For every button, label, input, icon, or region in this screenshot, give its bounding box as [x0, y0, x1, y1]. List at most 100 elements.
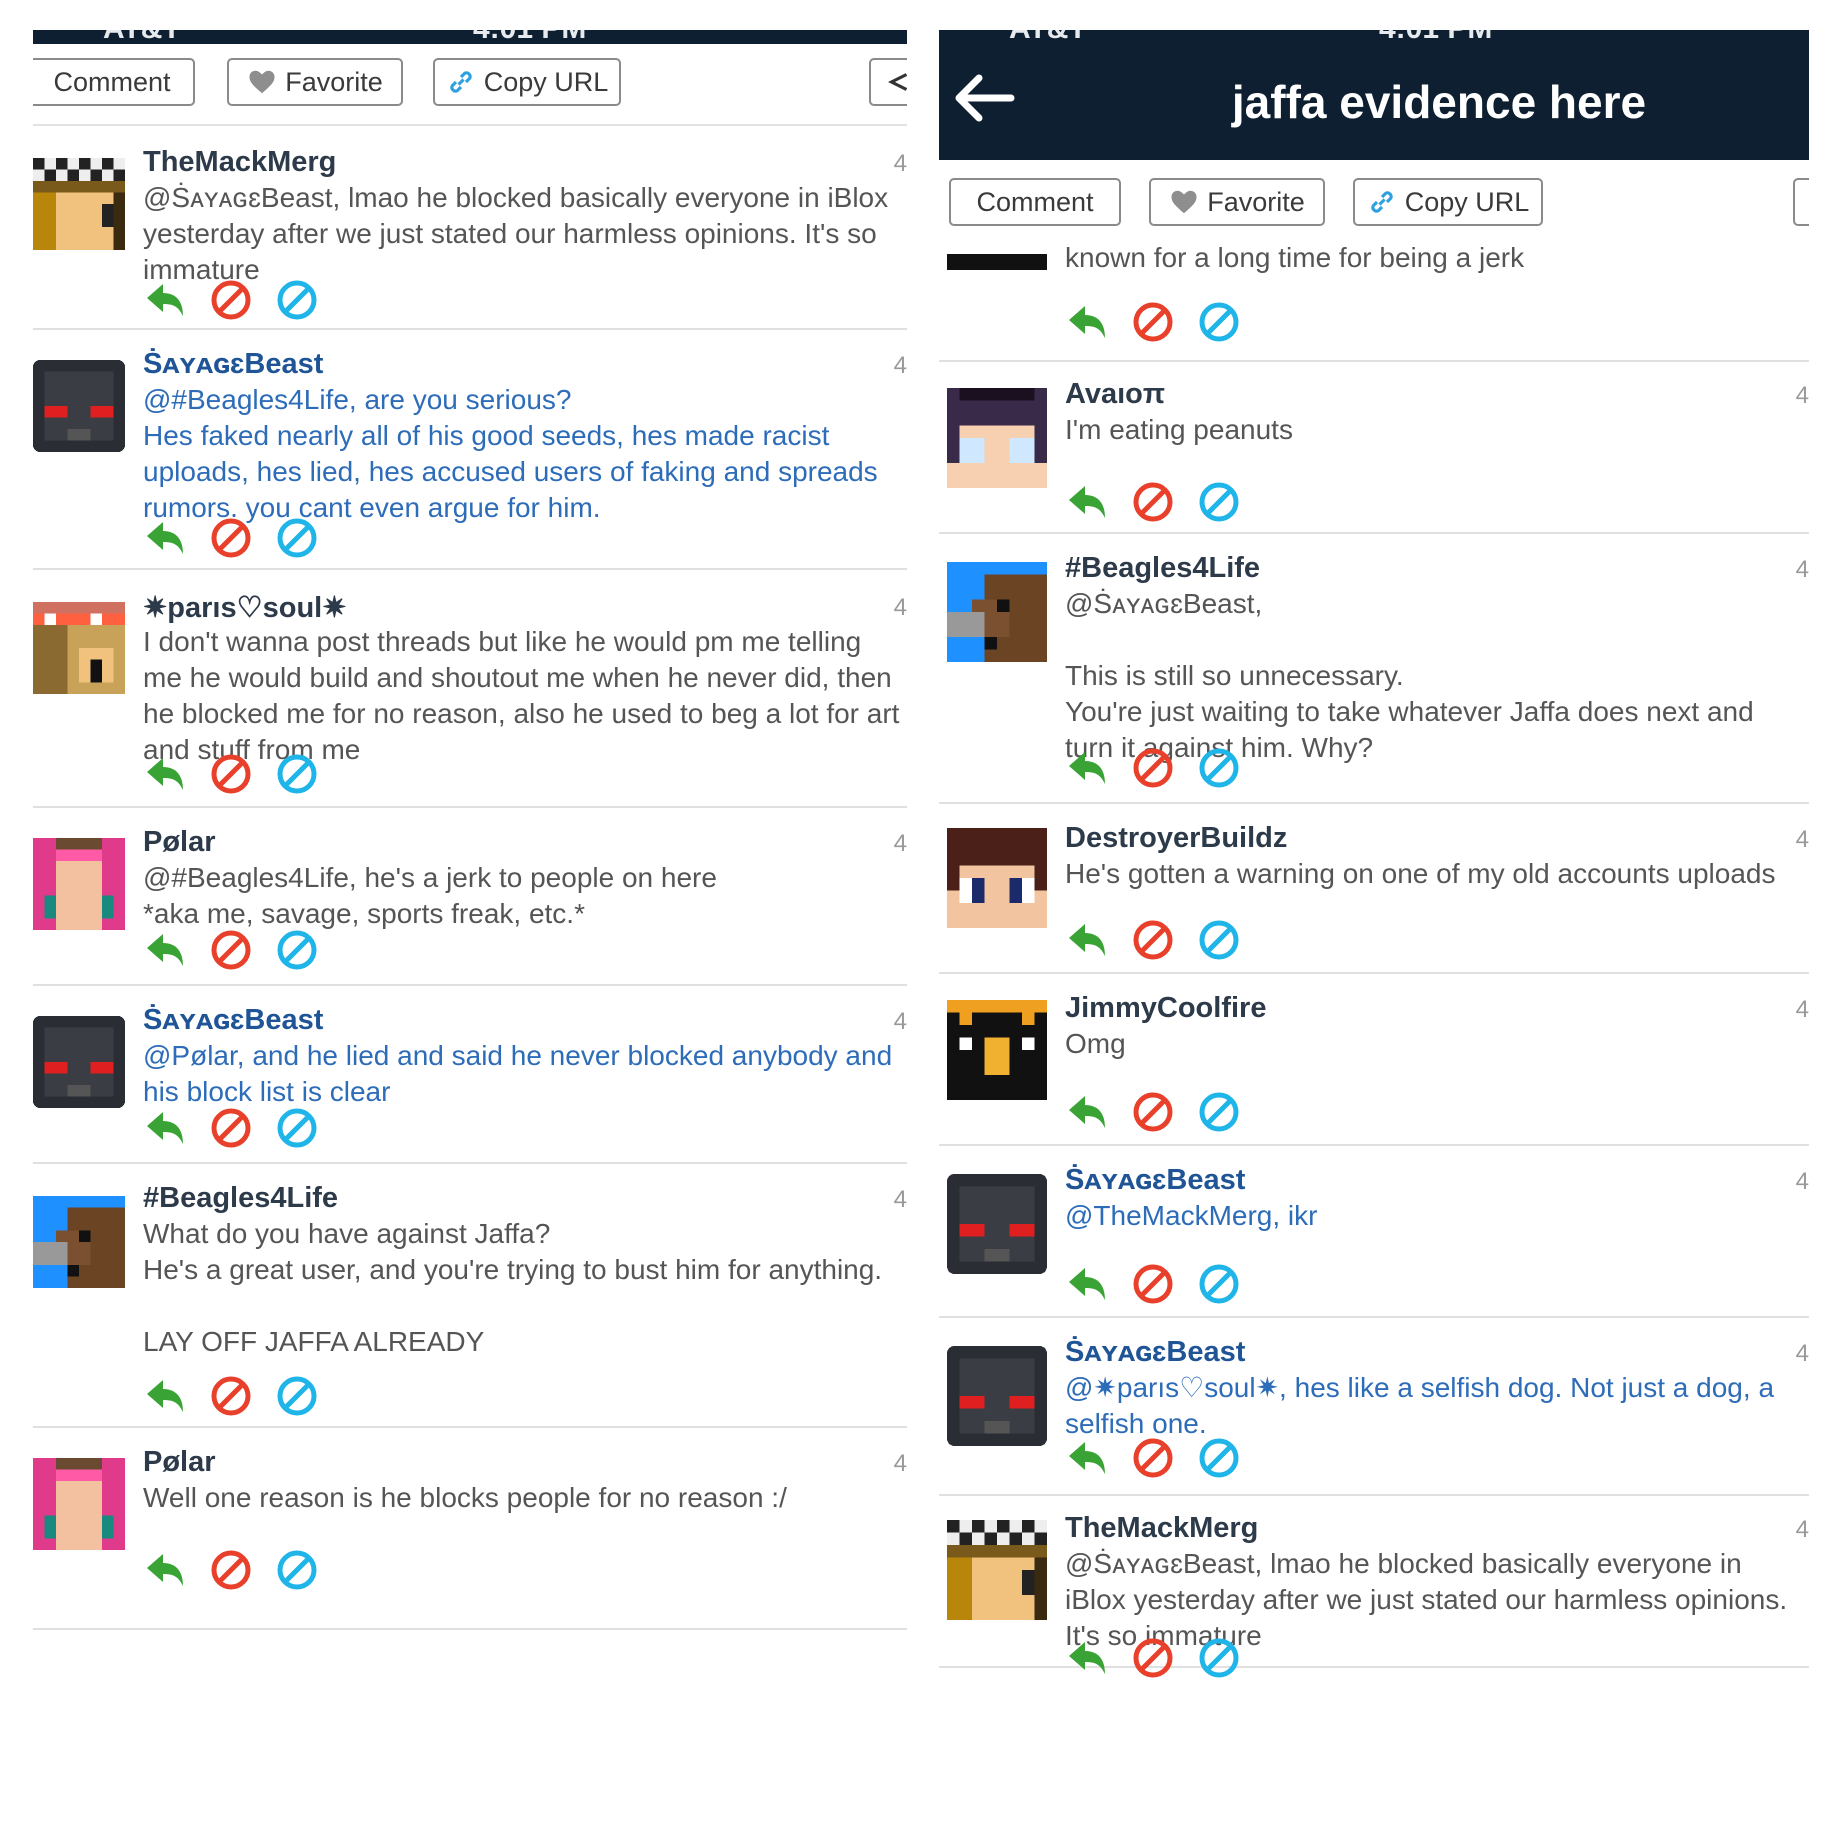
- moderate-icon: [277, 754, 317, 794]
- block-button[interactable]: [209, 752, 253, 796]
- block-button[interactable]: [1131, 746, 1175, 790]
- reply-button[interactable]: [1065, 1262, 1109, 1306]
- avatar[interactable]: [947, 828, 1047, 928]
- moderate-button[interactable]: [275, 278, 319, 322]
- block-button[interactable]: [209, 1548, 253, 1592]
- status-bar: AT&T 4:01 PM: [939, 30, 1809, 50]
- comment-body: @TheMackMerg, ikr: [1065, 1200, 1318, 1231]
- comment-username[interactable]: ṠᴀʏᴀɢɛBeast: [1065, 1164, 1245, 1197]
- moderate-button[interactable]: [1197, 480, 1241, 524]
- comment-actions: [143, 1106, 319, 1150]
- comment-username[interactable]: ṠᴀʏᴀɢɛBeast: [143, 348, 323, 381]
- block-button[interactable]: [209, 1106, 253, 1150]
- comment-username[interactable]: DestroyerBuildz: [1065, 822, 1287, 855]
- moderate-button[interactable]: [1197, 1436, 1241, 1480]
- avatar[interactable]: [947, 1346, 1047, 1446]
- reply-icon: [1069, 1442, 1105, 1474]
- comment-username[interactable]: ṠᴀʏᴀɢɛBeast: [143, 1004, 323, 1037]
- avatar[interactable]: [33, 834, 125, 934]
- moderate-button[interactable]: [275, 1106, 319, 1150]
- moderate-button[interactable]: [275, 752, 319, 796]
- moderate-button[interactable]: [275, 516, 319, 560]
- moderate-button[interactable]: [1197, 1636, 1241, 1680]
- comment-username[interactable]: #Beagles4Life: [143, 1182, 338, 1215]
- avatar[interactable]: [947, 1174, 1047, 1274]
- reply-button[interactable]: [1065, 480, 1109, 524]
- comment-username[interactable]: Pølar: [143, 826, 216, 859]
- block-button[interactable]: [209, 516, 253, 560]
- avatar[interactable]: [947, 1000, 1047, 1100]
- reply-button[interactable]: [143, 278, 187, 322]
- reply-button[interactable]: [1065, 918, 1109, 962]
- comment-username[interactable]: ✷parıs♡soul✷: [143, 590, 347, 625]
- block-button[interactable]: [1131, 1262, 1175, 1306]
- share-button[interactable]: [1793, 178, 1809, 226]
- comment-body: Well one reason is he blocks people for …: [143, 1482, 787, 1513]
- moderate-icon: [1199, 1638, 1239, 1678]
- comment-username[interactable]: Pølar: [143, 1446, 216, 1479]
- block-button[interactable]: [1131, 300, 1175, 344]
- favorite-button[interactable]: Favorite: [227, 58, 403, 106]
- avatar[interactable]: [33, 1012, 125, 1112]
- comment-time: 4: [893, 830, 907, 857]
- avatar[interactable]: [33, 154, 125, 254]
- comment-username[interactable]: TheMackMerg: [1065, 1512, 1258, 1545]
- reply-button[interactable]: [1065, 1436, 1109, 1480]
- avatar[interactable]: [947, 1520, 1047, 1620]
- moderate-button[interactable]: [1197, 1090, 1241, 1134]
- moderate-button[interactable]: [1197, 1262, 1241, 1306]
- comment-item: ṠᴀʏᴀɢɛBeast 4 @#Beagles4Life, are you seri…: [33, 330, 907, 570]
- reply-button[interactable]: [143, 1374, 187, 1418]
- comment-body: @ṠᴀʏᴀɢɛBeast, This is still so unnecessa…: [1065, 588, 1754, 763]
- block-icon: [211, 1550, 251, 1590]
- moderate-button[interactable]: [275, 928, 319, 972]
- moderate-button[interactable]: [1197, 918, 1241, 962]
- block-icon: [1133, 920, 1173, 960]
- avatar[interactable]: [33, 1454, 125, 1554]
- moderate-icon: [277, 1550, 317, 1590]
- reply-button[interactable]: [143, 752, 187, 796]
- comment-username[interactable]: #Beagles4Life: [1065, 552, 1260, 585]
- copy-url-button[interactable]: Copy URL: [1353, 178, 1543, 226]
- avatar[interactable]: [33, 1192, 125, 1292]
- moderate-button[interactable]: [1197, 300, 1241, 344]
- block-button[interactable]: [1131, 918, 1175, 962]
- block-button[interactable]: [1131, 1636, 1175, 1680]
- block-button[interactable]: [209, 928, 253, 972]
- favorite-button[interactable]: Favorite: [1149, 178, 1325, 226]
- avatar[interactable]: [33, 598, 125, 698]
- avatar[interactable]: [947, 562, 1047, 662]
- block-button[interactable]: [1131, 1090, 1175, 1134]
- moderate-button[interactable]: [275, 1548, 319, 1592]
- moderate-button[interactable]: [275, 1374, 319, 1418]
- reply-button[interactable]: [143, 1106, 187, 1150]
- reply-button[interactable]: [143, 516, 187, 560]
- block-button[interactable]: [209, 278, 253, 322]
- avatar[interactable]: [33, 356, 125, 456]
- block-button[interactable]: [1131, 1436, 1175, 1480]
- moderate-icon: [277, 1108, 317, 1148]
- copy-url-button[interactable]: Copy URL: [433, 58, 621, 106]
- comment-username[interactable]: TheMackMerg: [143, 146, 336, 179]
- comment-button[interactable]: Comment: [949, 178, 1121, 226]
- comment-username[interactable]: ṠᴀʏᴀɢɛBeast: [1065, 1336, 1245, 1369]
- reply-button[interactable]: [1065, 1090, 1109, 1134]
- reply-button[interactable]: [143, 1548, 187, 1592]
- block-button[interactable]: [1131, 480, 1175, 524]
- block-icon: [211, 930, 251, 970]
- reply-button[interactable]: [1065, 300, 1109, 344]
- reply-button[interactable]: [143, 928, 187, 972]
- comment-actions: [143, 516, 319, 560]
- comment-username[interactable]: JimmyCoolfire: [1065, 992, 1266, 1025]
- block-button[interactable]: [209, 1374, 253, 1418]
- comment-button[interactable]: Comment: [33, 58, 195, 106]
- comment-item: Pølar 4 Well one reason is he blocks peopl…: [33, 1428, 907, 1630]
- comment-item: Avaıoπ 4 I'm eating peanuts: [939, 362, 1809, 534]
- share-button[interactable]: [869, 58, 907, 106]
- reply-button[interactable]: [1065, 746, 1109, 790]
- moderate-button[interactable]: [1197, 746, 1241, 790]
- reply-button[interactable]: [1065, 1636, 1109, 1680]
- avatar[interactable]: [947, 388, 1047, 488]
- comment-username[interactable]: Avaıoπ: [1065, 378, 1165, 411]
- back-arrow-icon[interactable]: [951, 74, 1015, 122]
